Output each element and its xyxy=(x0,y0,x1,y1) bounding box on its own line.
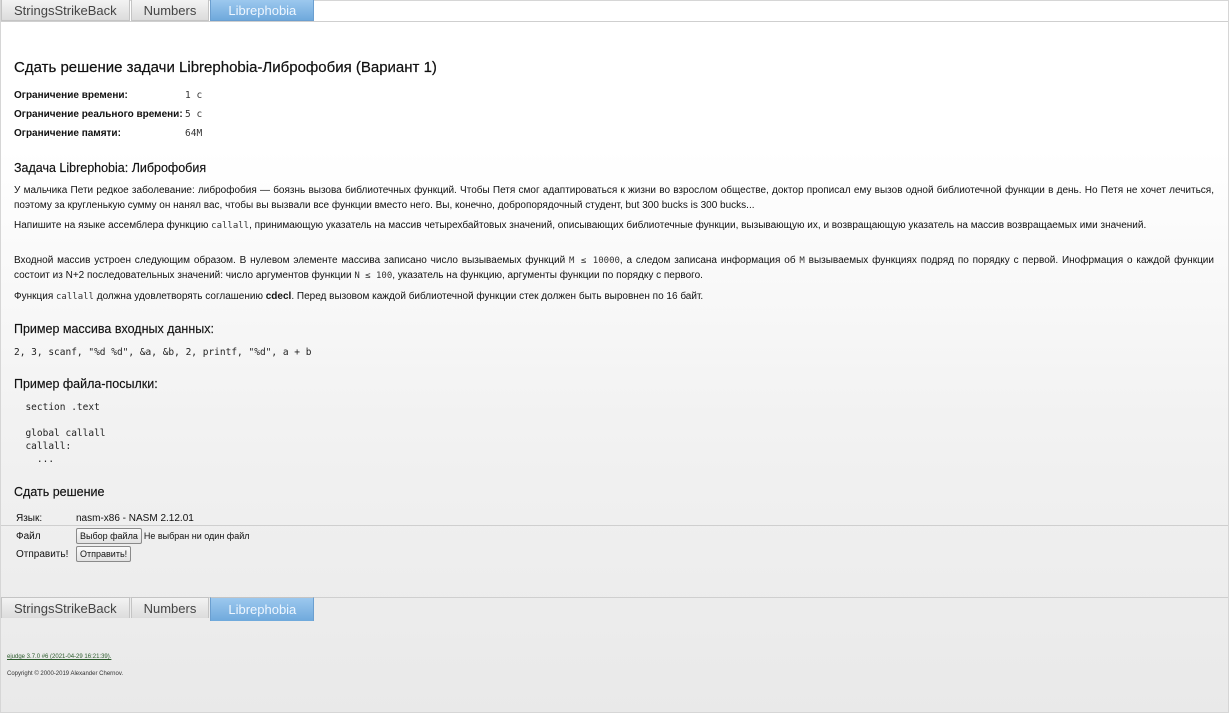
file-label: Файл xyxy=(16,530,41,542)
tab-numbers[interactable]: Numbers xyxy=(130,597,210,618)
send-label: Отправить! xyxy=(16,548,69,560)
limit-value: 5 с xyxy=(185,109,203,120)
limit-label: Ограничение памяти: xyxy=(14,128,121,139)
limit-value: 64M xyxy=(185,128,203,139)
tab-librephobia[interactable]: Librephobia xyxy=(210,0,315,21)
tab-numbers[interactable]: Numbers xyxy=(130,0,210,21)
submit-heading: Сдать решение xyxy=(14,485,105,499)
send-cell: Отправить! xyxy=(76,545,249,563)
limit-value: 1 с xyxy=(185,90,203,101)
text-fragment: , указатель на функцию, аргументы функци… xyxy=(392,269,703,281)
problem-paragraph-4: Функция callall должна удовлетворять сог… xyxy=(14,290,1214,305)
file-input: Выбор файла Не выбран ни один файл xyxy=(76,527,249,545)
tab-librephobia[interactable]: Librephobia xyxy=(210,597,315,621)
problem-paragraph-1: У мальчика Пети редкое заболевание: либр… xyxy=(14,185,1214,211)
top-tab-bar: StringsStrikeBack Numbers Librephobia xyxy=(1,0,315,22)
limit-row: Ограничение памяти: 64M xyxy=(14,124,202,143)
inline-code: M ≤ 10000 xyxy=(569,256,620,266)
submit-form: Язык: nasm-x86 - NASM 2.12.01 Файл Выбор… xyxy=(15,509,249,563)
example-file-code: section .text global callall callall: ..… xyxy=(25,402,106,465)
ejudge-version-link[interactable]: ejudge 3.7.0 #6 (2021-04-29 16:21:39). xyxy=(7,654,111,660)
top-tab-divider xyxy=(1,21,1228,22)
text-fragment: должна удовлетворять соглашению xyxy=(93,291,266,302)
inline-code: N ≤ 100 xyxy=(354,270,393,281)
example-input-heading: Пример массива входных данных: xyxy=(14,322,214,336)
send-row: Отправить! Отправить! xyxy=(15,545,249,563)
inline-code: callall xyxy=(211,221,250,231)
limit-row: Ограничение времени: 1 с xyxy=(14,86,202,105)
text-fragment: Входной массив устроен следующим образом… xyxy=(14,255,570,266)
text-fragment: . Перед вызовом каждой библиотечной функ… xyxy=(291,291,704,302)
text-fragment: Функция xyxy=(14,291,57,302)
text-fragment: , принимающую указатель на массив четыре… xyxy=(249,220,1147,231)
problem-paragraph-2: Напишите на языке ассемблера функцию cal… xyxy=(14,219,1214,234)
text-fragment: , а следом записана информация об xyxy=(619,255,800,266)
tab-stringsstrikeback[interactable]: StringsStrikeBack xyxy=(1,0,130,21)
text-fragment: Напишите на языке ассемблера функцию xyxy=(14,220,212,231)
language-label: Язык: xyxy=(16,512,43,524)
language-value: nasm-x86 - NASM 2.12.01 xyxy=(76,512,194,524)
choose-file-button[interactable]: Выбор файла xyxy=(76,528,142,544)
limits-table: Ограничение времени: 1 с Ограничение реа… xyxy=(14,86,202,143)
bottom-tab-bar: StringsStrikeBack Numbers Librephobia xyxy=(1,597,315,621)
example-input-code: 2, 3, scanf, "%d %d", &a, &b, 2, printf,… xyxy=(14,347,312,358)
copyright: Copyright © 2000-2019 Alexander Chernov. xyxy=(7,671,124,677)
file-status: Не выбран ни один файл xyxy=(143,531,250,541)
problem-heading: Задача Librephobia: Либрофобия xyxy=(14,161,207,175)
example-file-heading: Пример файла-посылки: xyxy=(14,377,158,391)
limit-row: Ограничение реального времени: 5 с xyxy=(14,105,202,124)
language-row: Язык: nasm-x86 - NASM 2.12.01 xyxy=(15,509,249,527)
limit-label: Ограничение времени: xyxy=(14,90,128,101)
inline-code: callall xyxy=(56,292,94,302)
submit-button[interactable]: Отправить! xyxy=(76,546,132,562)
page-title: Сдать решение задачи Librephobia-Либрофо… xyxy=(14,59,437,76)
problem-paragraph-3: Входной массив устроен следующим образом… xyxy=(14,254,1214,283)
limit-label: Ограничение реального времени: xyxy=(14,109,183,120)
file-row: Файл Выбор файла Не выбран ни один файл xyxy=(15,527,249,545)
bold-term: cdecl xyxy=(265,291,292,302)
tab-stringsstrikeback[interactable]: StringsStrikeBack xyxy=(1,597,130,618)
